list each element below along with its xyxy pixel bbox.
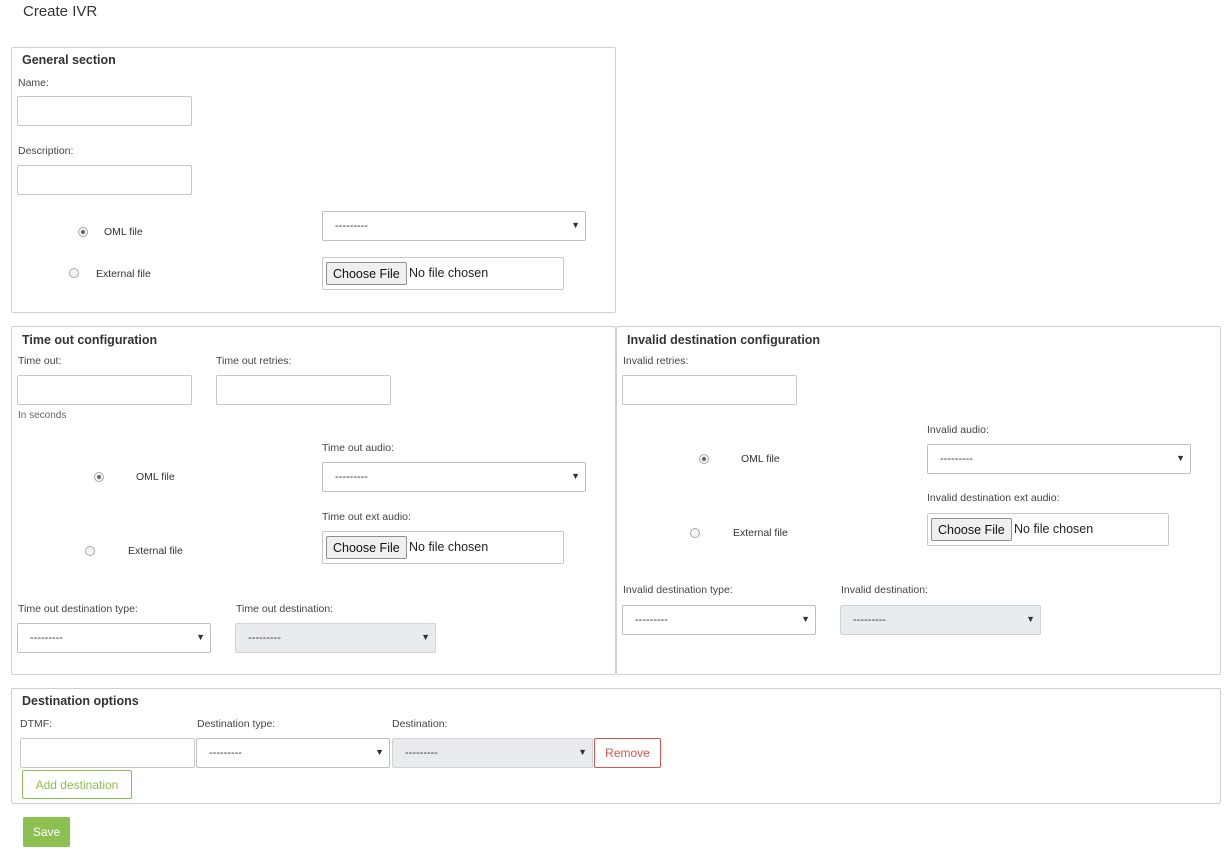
timeout-file-input[interactable]: Choose File No file chosen: [322, 531, 564, 564]
chevron-down-icon: ▼: [196, 632, 205, 642]
remove-destination-button[interactable]: Remove: [594, 738, 661, 768]
timeout-external-file-radio[interactable]: [85, 546, 95, 556]
chevron-down-icon: ▼: [571, 471, 580, 481]
destination-label: Destination:: [392, 718, 448, 730]
invalid-dest-select[interactable]: --------- ▼: [840, 605, 1041, 635]
external-file-label: External file: [96, 268, 151, 280]
timeout-dest-select[interactable]: --------- ▼: [235, 623, 436, 653]
timeout-choose-file-button[interactable]: Choose File: [326, 536, 407, 559]
timeout-retries-label: Time out retries:: [216, 355, 292, 367]
dtmf-label: DTMF:: [20, 718, 53, 730]
invalid-dest-type-label: Invalid destination type:: [623, 584, 733, 596]
name-label: Name:: [18, 77, 49, 89]
oml-file-radio[interactable]: [78, 227, 88, 237]
chevron-down-icon: ▼: [421, 632, 430, 642]
invalid-external-file-radio[interactable]: [690, 528, 700, 538]
general-section-panel: General section Name: Description: OML f…: [11, 47, 616, 313]
timeout-hint: In seconds: [18, 410, 67, 421]
timeout-dest-type-value: ---------: [30, 632, 63, 644]
destination-type-select[interactable]: --------- ▼: [196, 738, 390, 768]
page-title: Create IVR: [23, 3, 98, 20]
audio-select-value: ---------: [335, 220, 368, 232]
chevron-down-icon: ▼: [1026, 614, 1035, 624]
audio-select[interactable]: --------- ▼: [322, 211, 586, 241]
timeout-config-panel: Time out configuration Time out: In seco…: [11, 326, 616, 675]
invalid-dest-type-select[interactable]: --------- ▼: [622, 605, 816, 635]
timeout-audio-label: Time out audio:: [322, 442, 394, 454]
invalid-config-title: Invalid destination configuration: [627, 333, 821, 347]
description-input[interactable]: [17, 165, 192, 195]
invalid-choose-file-button[interactable]: Choose File: [931, 518, 1012, 541]
timeout-config-title: Time out configuration: [22, 333, 158, 347]
timeout-file-status: No file chosen: [409, 540, 489, 554]
timeout-dest-type-label: Time out destination type:: [18, 603, 138, 615]
invalid-oml-file-radio[interactable]: [699, 454, 709, 464]
name-input[interactable]: [17, 96, 192, 126]
chevron-down-icon: ▼: [375, 747, 384, 757]
timeout-dest-type-select[interactable]: --------- ▼: [17, 623, 211, 653]
timeout-label: Time out:: [18, 355, 62, 367]
invalid-dest-type-value: ---------: [635, 614, 668, 626]
destination-type-label: Destination type:: [197, 718, 276, 730]
timeout-audio-select-value: ---------: [335, 471, 368, 483]
invalid-file-input[interactable]: Choose File No file chosen: [927, 513, 1169, 546]
timeout-dest-label: Time out destination:: [236, 603, 334, 615]
invalid-ext-audio-label: Invalid destination ext audio:: [927, 492, 1060, 504]
external-file-input[interactable]: Choose File No file chosen: [322, 257, 564, 290]
timeout-input[interactable]: [17, 375, 192, 405]
invalid-external-file-label: External file: [733, 527, 788, 539]
dtmf-input[interactable]: [20, 738, 195, 768]
timeout-oml-file-label: OML file: [136, 471, 175, 483]
invalid-audio-label: Invalid audio:: [927, 424, 989, 436]
save-button[interactable]: Save: [23, 817, 70, 847]
destination-select[interactable]: --------- ▼: [392, 738, 593, 768]
invalid-retries-input[interactable]: [622, 375, 797, 405]
timeout-audio-select[interactable]: --------- ▼: [322, 462, 586, 492]
general-section-title: General section: [22, 53, 116, 67]
invalid-file-status: No file chosen: [1014, 522, 1094, 536]
timeout-external-file-label: External file: [128, 545, 183, 557]
destination-value: ---------: [405, 747, 438, 759]
choose-file-button[interactable]: Choose File: [326, 262, 407, 285]
invalid-config-panel: Invalid destination configuration Invali…: [616, 326, 1221, 675]
invalid-audio-select-value: ---------: [940, 453, 973, 465]
chevron-down-icon: ▼: [1176, 453, 1185, 463]
external-file-radio[interactable]: [69, 268, 79, 278]
oml-file-label: OML file: [104, 226, 143, 238]
chevron-down-icon: ▼: [801, 614, 810, 624]
destination-type-value: ---------: [209, 747, 242, 759]
timeout-ext-audio-label: Time out ext audio:: [322, 511, 411, 523]
invalid-dest-value: ---------: [853, 614, 886, 626]
chevron-down-icon: ▼: [571, 220, 580, 230]
timeout-dest-value: ---------: [248, 632, 281, 644]
chevron-down-icon: ▼: [578, 747, 587, 757]
description-label: Description:: [18, 145, 74, 157]
timeout-retries-input[interactable]: [216, 375, 391, 405]
invalid-retries-label: Invalid retries:: [623, 355, 689, 367]
invalid-dest-label: Invalid destination:: [841, 584, 928, 596]
destination-options-panel: Destination options DTMF: Destination ty…: [11, 688, 1221, 804]
destination-options-title: Destination options: [22, 694, 139, 708]
invalid-audio-select[interactable]: --------- ▼: [927, 444, 1191, 474]
add-destination-button[interactable]: Add destination: [22, 770, 132, 799]
invalid-oml-file-label: OML file: [741, 453, 780, 465]
timeout-oml-file-radio[interactable]: [94, 472, 104, 482]
file-status: No file chosen: [409, 266, 489, 280]
